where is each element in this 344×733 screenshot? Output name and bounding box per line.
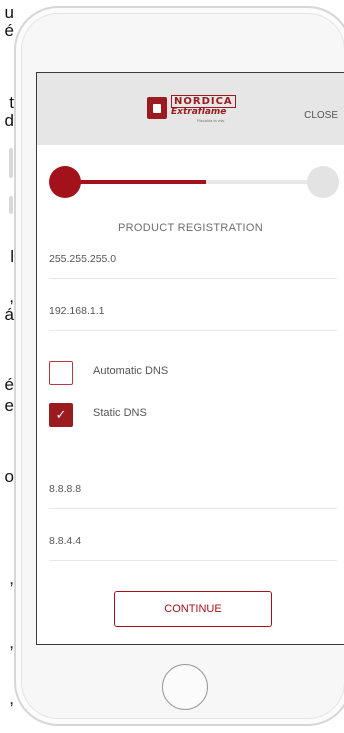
continue-button[interactable]: CONTINUE	[114, 591, 272, 627]
section-title: PRODUCT REGISTRATION	[118, 222, 263, 234]
automatic-dns-option[interactable]: Automatic DNS	[49, 361, 309, 385]
app-screen: NORDICA Extraflame Riscalda la vita. CLO…	[36, 72, 344, 645]
background-text: d	[4, 111, 14, 130]
background-text: ,	[9, 569, 14, 588]
static-dns-label: Static DNS	[93, 407, 147, 419]
primary-dns-field[interactable]: 8.8.8.8	[49, 483, 337, 509]
background-text: é	[4, 375, 14, 394]
volume-up-button	[9, 196, 13, 214]
background-text: u	[4, 3, 14, 22]
background-text: á	[4, 305, 14, 324]
background-text: ,	[9, 689, 14, 708]
background-text: t	[9, 93, 14, 112]
nordica-extraflame-logo: NORDICA Extraflame Riscalda la vita.	[147, 95, 247, 127]
background-text: o	[4, 467, 14, 486]
progress-fill	[63, 180, 206, 184]
app-header: NORDICA Extraflame Riscalda la vita. CLO…	[37, 73, 344, 145]
page: u é t d , l , á é e o , , , NORDICA Extr…	[0, 0, 344, 733]
mute-switch	[9, 148, 13, 178]
background-text: ,	[9, 633, 14, 652]
gateway-field[interactable]: 192.168.1.1	[49, 305, 337, 331]
background-text: ,	[9, 287, 14, 306]
progress-track	[63, 180, 323, 184]
step-indicator-current	[49, 166, 81, 198]
background-text: l	[10, 247, 14, 266]
static-dns-checkbox[interactable]: ✓	[49, 403, 73, 427]
subnet-mask-field[interactable]: 255.255.255.0	[49, 253, 337, 279]
automatic-dns-label: Automatic DNS	[93, 365, 169, 377]
logo-tagline: Riscalda la vita.	[197, 118, 226, 123]
secondary-dns-field[interactable]: 8.8.4.4	[49, 535, 337, 561]
step-indicator-final	[307, 166, 339, 198]
logo-bottom-text: Extraflame	[171, 107, 227, 117]
automatic-dns-checkbox[interactable]	[49, 361, 73, 385]
registration-progress	[49, 166, 339, 198]
home-button[interactable]	[162, 664, 208, 710]
logo-mark-icon	[147, 97, 167, 119]
static-dns-option[interactable]: ✓ Static DNS	[49, 403, 309, 427]
background-text: e	[4, 396, 14, 415]
close-button[interactable]: CLOSE	[304, 110, 338, 121]
background-text: é	[4, 21, 14, 40]
